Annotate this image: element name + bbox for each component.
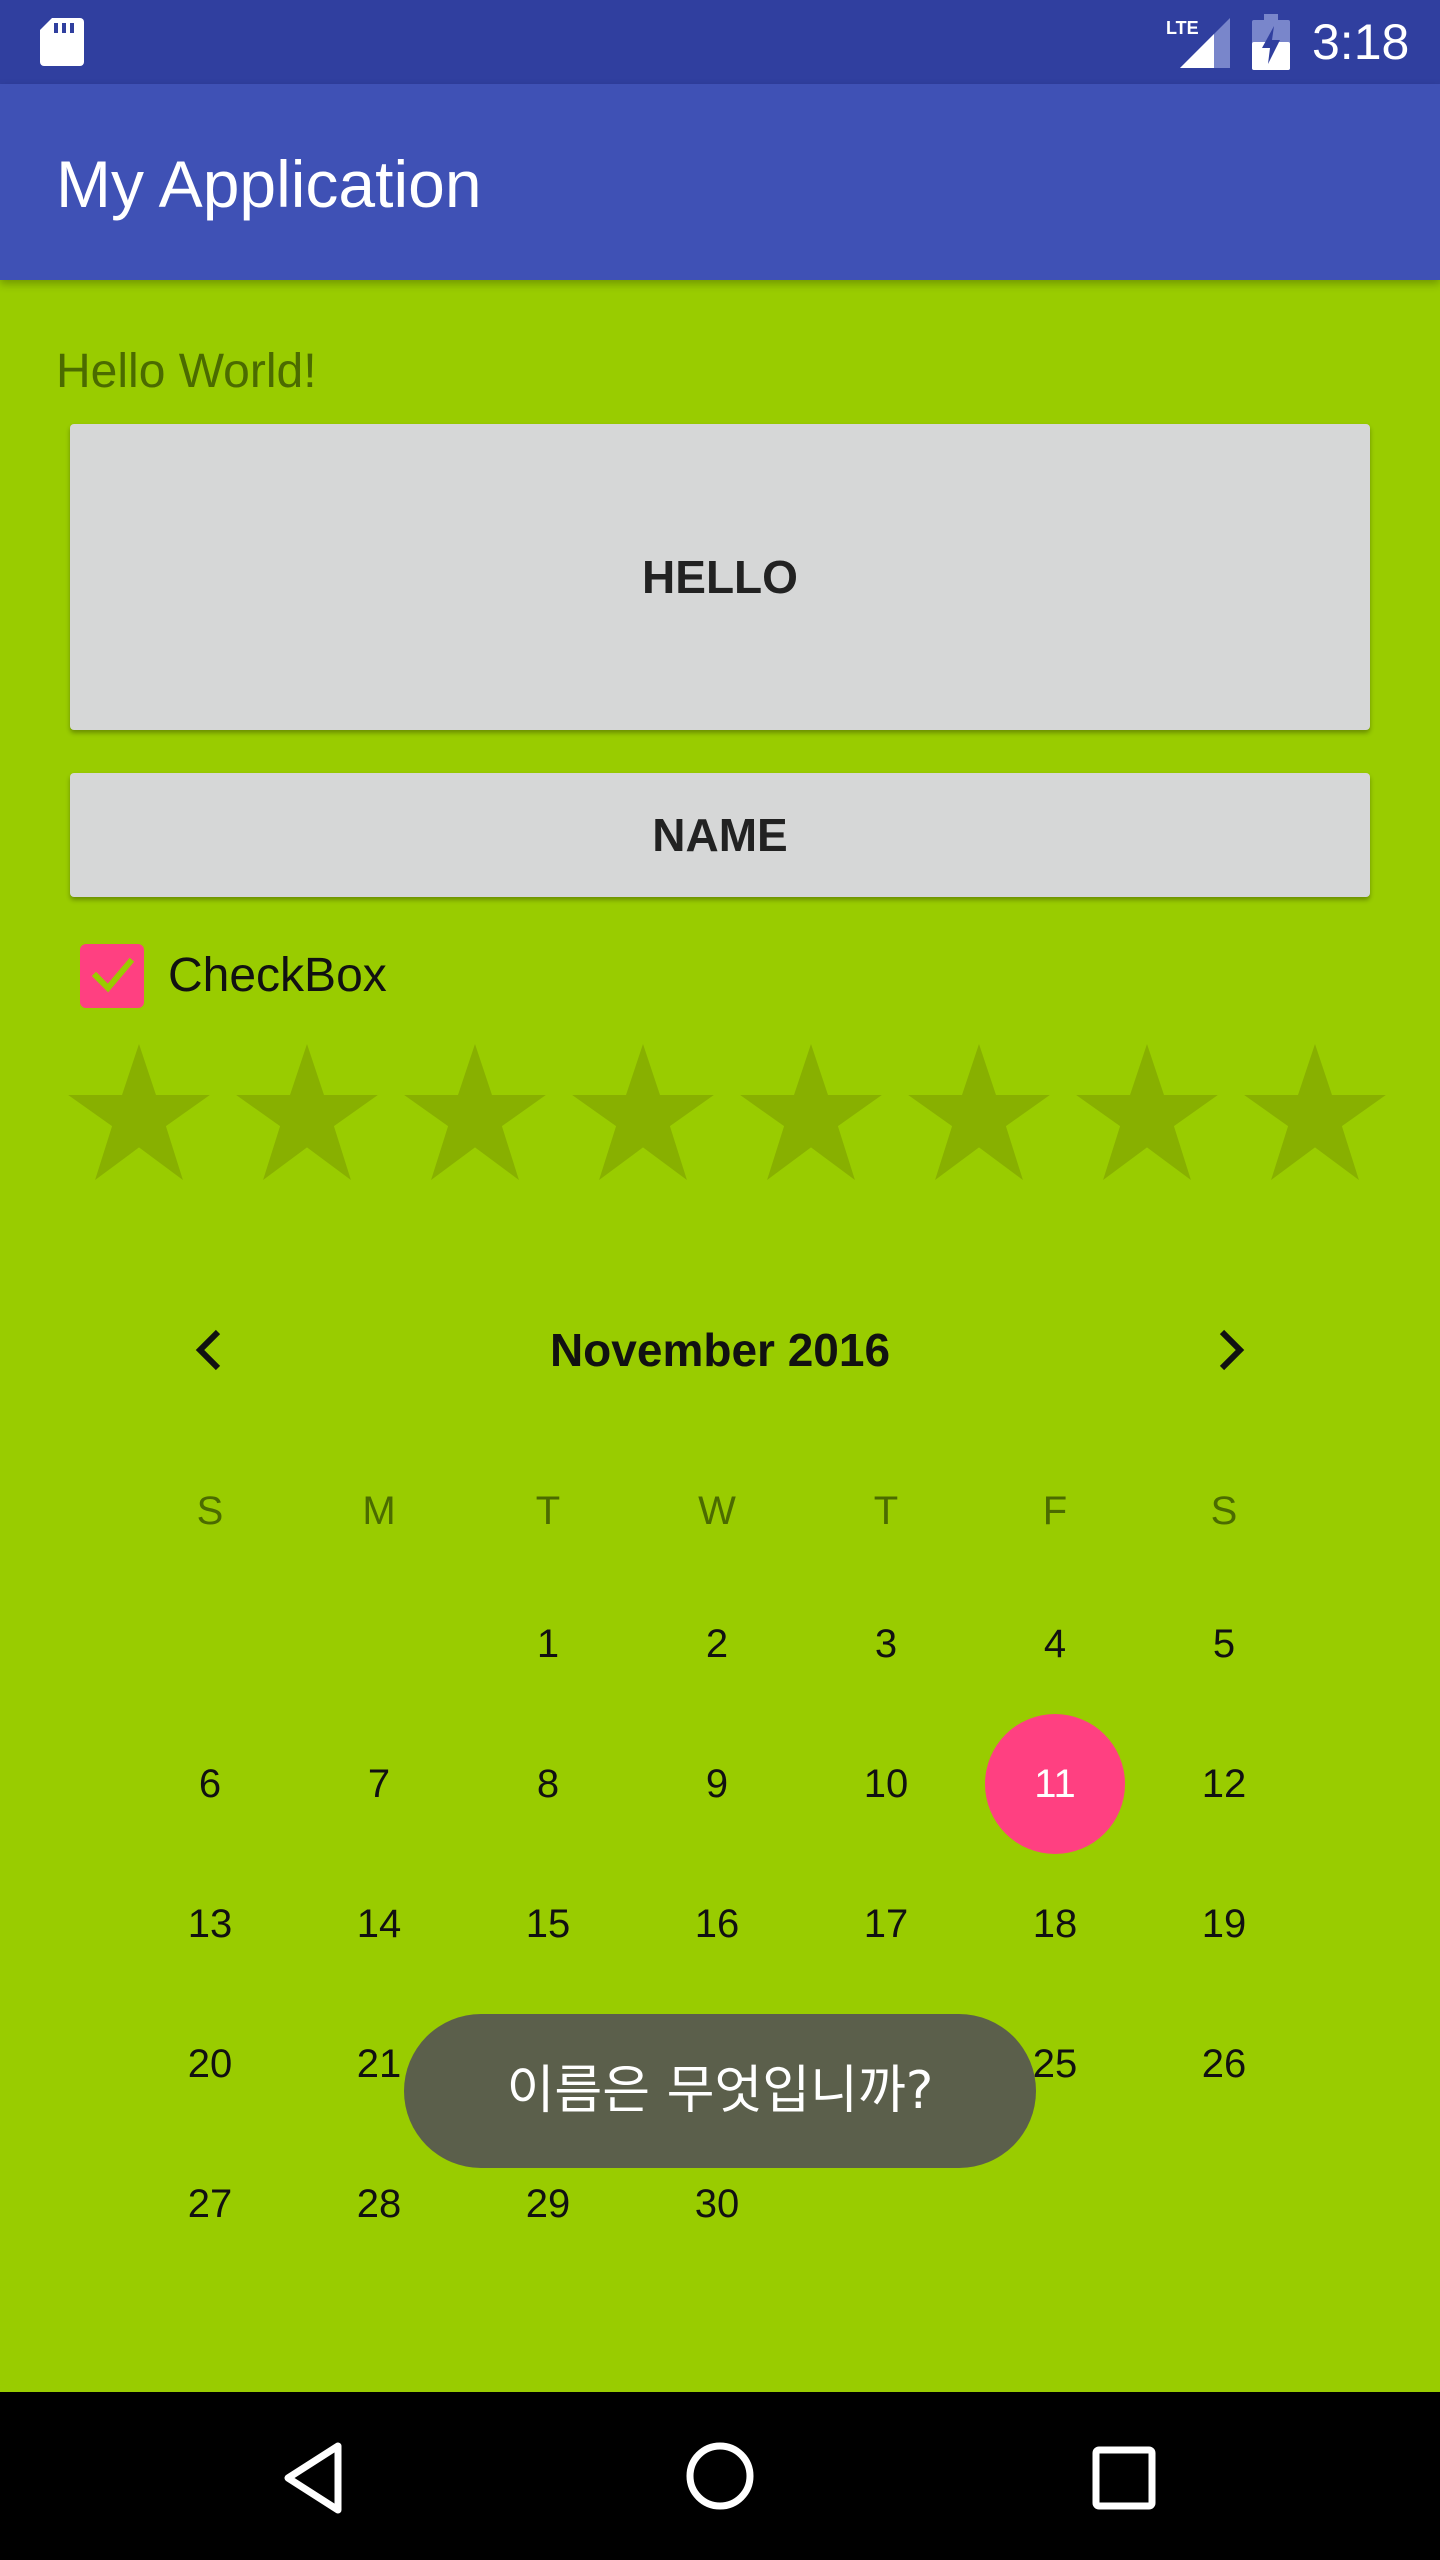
status-bar: LTE 3:18	[0, 0, 1440, 84]
weekday-label: T	[873, 1489, 899, 1533]
calendar-day-27[interactable]: 27	[140, 2134, 280, 2274]
rating-bar[interactable]	[68, 1044, 1388, 1184]
navigation-bar	[0, 2392, 1440, 2560]
calendar-day-18[interactable]: 18	[985, 1854, 1125, 1994]
calendar-day-11[interactable]: 11	[985, 1714, 1125, 1854]
calendar-day-1[interactable]: 1	[478, 1574, 618, 1714]
weekday-label: F	[1042, 1489, 1068, 1533]
weekday-label: S	[196, 1489, 224, 1533]
star-icon[interactable]	[908, 1044, 1050, 1180]
hello-world-text: Hello World!	[56, 345, 317, 398]
star-icon[interactable]	[1076, 1044, 1218, 1180]
weekday-label: T	[535, 1489, 561, 1533]
checkbox[interactable]: CheckBox	[80, 944, 480, 1008]
next-month-button[interactable]	[1202, 1322, 1258, 1378]
calendar-day-10[interactable]: 10	[816, 1714, 956, 1854]
prev-month-button[interactable]	[182, 1322, 238, 1378]
check-icon	[91, 957, 135, 993]
calendar-month-label: November 2016	[549, 1324, 891, 1376]
star-icon[interactable]	[236, 1044, 378, 1180]
calendar-day-13[interactable]: 13	[140, 1854, 280, 1994]
app-title: My Application	[56, 147, 482, 221]
calendar-day-28[interactable]: 28	[309, 2134, 449, 2274]
hello-button[interactable]: HELLO	[70, 424, 1370, 730]
back-button[interactable]	[276, 2438, 356, 2518]
weekday-label: W	[698, 1489, 736, 1533]
star-icon[interactable]	[572, 1044, 714, 1180]
checkbox-box[interactable]	[80, 944, 144, 1008]
calendar-day-2[interactable]: 2	[647, 1574, 787, 1714]
calendar-day-20[interactable]: 20	[140, 1994, 280, 2134]
calendar-day-14[interactable]: 14	[309, 1854, 449, 1994]
calendar-day-5[interactable]: 5	[1154, 1574, 1294, 1714]
lte-label: LTE	[1166, 18, 1199, 38]
calendar-day-12[interactable]: 12	[1154, 1714, 1294, 1854]
app-bar: My Application	[0, 84, 1440, 280]
clock: 3:18	[1312, 14, 1410, 70]
name-button[interactable]: NAME	[70, 773, 1370, 897]
star-icon[interactable]	[740, 1044, 882, 1180]
star-icon[interactable]	[1244, 1044, 1386, 1180]
calendar-day-19[interactable]: 19	[1154, 1854, 1294, 1994]
calendar-day-9[interactable]: 9	[647, 1714, 787, 1854]
calendar-day-8[interactable]: 8	[478, 1714, 618, 1854]
checkbox-label: CheckBox	[168, 949, 387, 1002]
weekday-label: M	[362, 1489, 396, 1533]
weekday-label: S	[1210, 1489, 1238, 1533]
calendar-day-17[interactable]: 17	[816, 1854, 956, 1994]
calendar-day-7[interactable]: 7	[309, 1714, 449, 1854]
calendar-day-15[interactable]: 15	[478, 1854, 618, 1994]
lte-signal-icon: LTE	[1166, 18, 1230, 68]
calendar-day-3[interactable]: 3	[816, 1574, 956, 1714]
battery-charging-icon	[1252, 14, 1290, 70]
calendar-day-6[interactable]: 6	[140, 1714, 280, 1854]
calendar-day-16[interactable]: 16	[647, 1854, 787, 1994]
star-icon[interactable]	[68, 1044, 210, 1180]
recents-button[interactable]	[1084, 2438, 1164, 2518]
calendar-day-26[interactable]: 26	[1154, 1994, 1294, 2134]
sd-card-icon	[40, 18, 84, 66]
calendar-day-4[interactable]: 4	[985, 1574, 1125, 1714]
home-button[interactable]	[680, 2436, 760, 2516]
toast-message: 이름은 무엇입니까?	[404, 2014, 1036, 2168]
star-icon[interactable]	[404, 1044, 546, 1180]
calendar-header: November 2016	[0, 1310, 1440, 1390]
